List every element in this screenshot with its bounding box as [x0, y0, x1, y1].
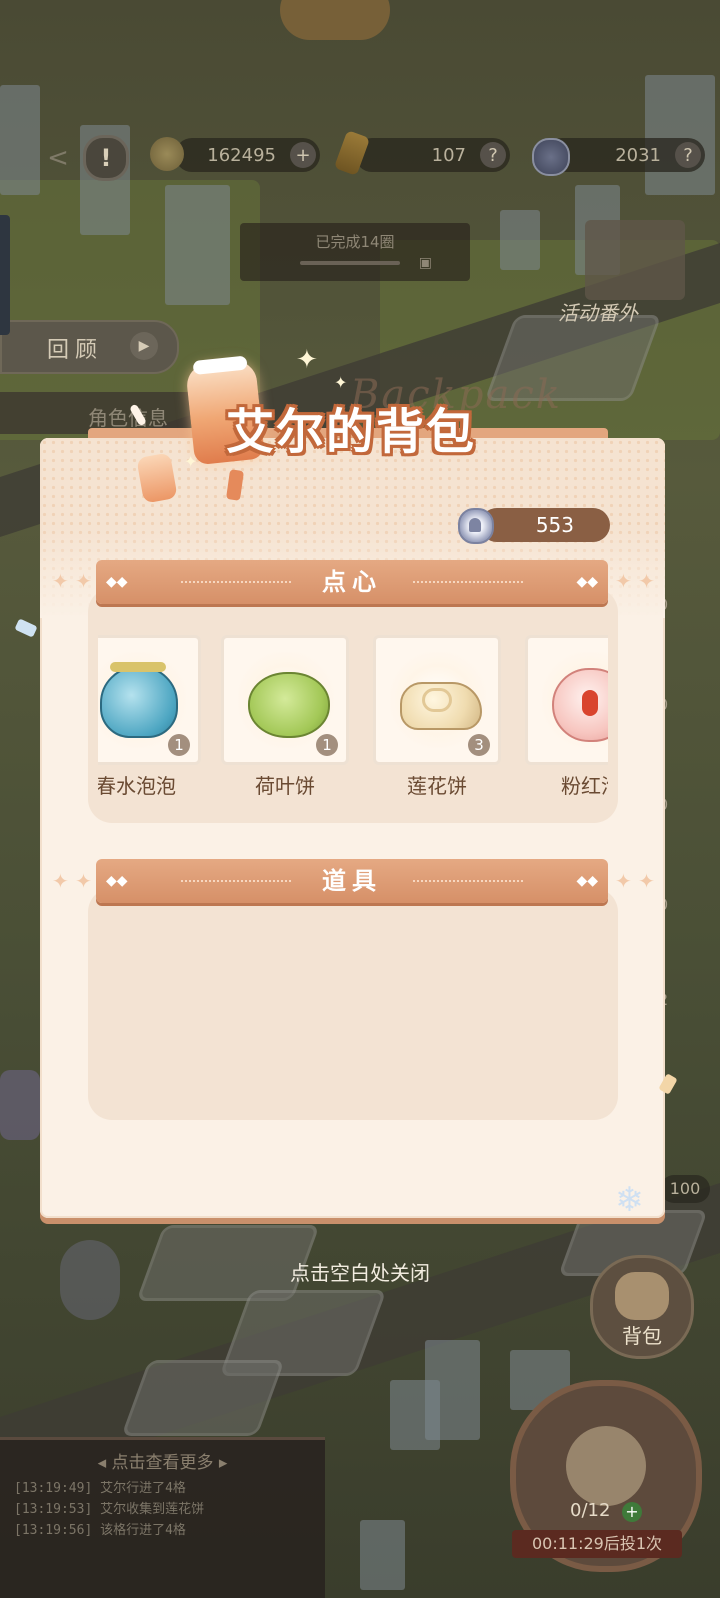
snack-item-card[interactable]: 1 [221, 635, 349, 765]
log-entry: [13:19:49] 艾尔行进了4格 [14, 1481, 186, 1496]
back-arrow-icon[interactable]: < [40, 140, 76, 176]
flower-dice-icon [566, 1426, 646, 1506]
header-dots [413, 880, 523, 882]
sparkle-icon: ✦ ✦ [52, 569, 92, 593]
building [500, 210, 540, 270]
flower-decoration [0, 1070, 40, 1140]
blue-jelly-icon [100, 666, 178, 738]
dice-timer: 00:11:29后投1次 [512, 1530, 682, 1558]
gem-counter: 107 ? [355, 138, 510, 172]
token-icon [532, 138, 570, 176]
item-name: 荷叶饼 [255, 774, 315, 798]
building [645, 75, 715, 195]
items-section [88, 888, 618, 1120]
sparkle-icon: ✦ [296, 345, 318, 375]
round-progress-bar [300, 261, 400, 265]
item-name: 春水泡泡 [98, 774, 176, 798]
currency-value: 553 [535, 513, 574, 537]
add-coins-button[interactable]: + [290, 142, 316, 168]
log-entry: [13:19:56] 该格行进了4格 [14, 1523, 186, 1538]
snack-item-card[interactable]: 1 [98, 635, 201, 765]
token-value: 2031 [615, 144, 661, 166]
sparkle-icon: ✦ ✦ [52, 869, 92, 893]
close-hint[interactable]: 点击空白处关闭 [0, 1257, 720, 1286]
item-name: 粉红泡 [561, 774, 608, 798]
round-status-panel: 已完成14圈 ▣ [240, 223, 470, 281]
silver-token-icon [458, 508, 494, 544]
sparkle-icon: ✦ [184, 452, 198, 471]
items-header: ◆◆ 道具 ◆◆ [96, 859, 608, 903]
review-button[interactable]: 回顾 ▶ [0, 320, 179, 374]
dice-count: 0/12 [570, 1500, 611, 1521]
building [165, 185, 230, 305]
play-icon: ▶ [130, 332, 158, 360]
sparkle-icon: ✦ ✦ [615, 869, 655, 893]
items-title: 道具 [322, 867, 382, 895]
item-name: 莲花饼 [407, 774, 467, 798]
sparkle-icon: ✦ ✦ [615, 569, 655, 593]
left-side-handle[interactable] [0, 215, 10, 335]
snack-item-card[interactable]: 3 [373, 635, 501, 765]
hundred-badge: 100 [660, 1175, 710, 1203]
swirl-pattern [422, 688, 452, 712]
building [0, 85, 40, 195]
event-label[interactable]: 活动番外 [558, 297, 638, 326]
token-help-button[interactable]: ? [675, 142, 701, 168]
event-log-panel[interactable]: ◂ 点击查看更多 ▸ [13:19:49] 艾尔行进了4格 [13:19:53]… [0, 1437, 325, 1598]
diamond-icon: ◆◆ [576, 873, 598, 889]
round-status-text: 已完成14圈 [315, 233, 395, 251]
building [360, 1520, 405, 1590]
snowflake-icon: ❄ [615, 1180, 644, 1220]
log-entry: [13:19:53] 艾尔收集到莲花饼 [14, 1502, 205, 1517]
coin-value: 162495 [207, 144, 276, 166]
token-glyph [469, 518, 481, 532]
alert-icon[interactable]: ! [83, 135, 129, 181]
header-dots [413, 581, 523, 583]
snack-item-card[interactable] [525, 635, 608, 765]
bag-label: 背包 [622, 1324, 662, 1348]
diamond-icon: ◆◆ [576, 574, 598, 590]
gift-icon[interactable]: ▣ [419, 255, 432, 271]
event-banner-icon[interactable] [585, 220, 685, 300]
sparkle-icon: ✦ [334, 373, 348, 392]
item-count: 1 [168, 734, 190, 756]
role-info-label: 角色信息 [88, 406, 168, 430]
red-filling [582, 690, 598, 716]
coin-counter: 162495 + [175, 138, 320, 172]
review-label: 回顾 [47, 338, 104, 363]
log-more-link[interactable]: ◂ 点击查看更多 ▸ [0, 1448, 325, 1473]
jelly-rim [110, 662, 166, 672]
gem-value: 107 [431, 144, 466, 166]
item-count: 1 [316, 734, 338, 756]
backpack-modal: 553 ✦ ✦ ✦ ✦ ◆◆ 点心 ◆◆ ✦ ✦ ✦ ✦ ◆◆ 道具 ◆◆ ❄ [40, 428, 665, 1220]
backpack-title: 艾尔的背包 [226, 404, 477, 460]
building [425, 1340, 480, 1440]
board-tile [121, 1360, 285, 1436]
snacks-header: ◆◆ 点心 ◆◆ [96, 560, 608, 604]
currency-counter: 553 [480, 508, 610, 542]
item-count: 3 [468, 734, 490, 756]
gem-help-button[interactable]: ? [480, 142, 506, 168]
lotus-leaf-cake-icon [248, 672, 330, 738]
add-dice-icon[interactable]: + [622, 1502, 642, 1522]
snack-carousel[interactable]: 1 春水泡泡 1 荷叶饼 3 莲花饼 粉红泡 [98, 620, 608, 810]
coin-icon [150, 137, 184, 171]
sun-decoration [280, 0, 390, 40]
snacks-title: 点心 [322, 568, 382, 596]
log-header: 点击查看更多 [111, 1453, 214, 1473]
